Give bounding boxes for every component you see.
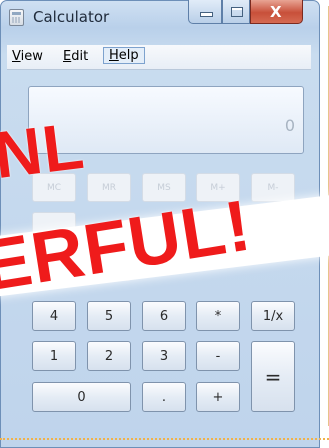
memory-subtract-button[interactable]: M- [251, 173, 295, 202]
menu-help-mnemonic: H [109, 48, 119, 63]
key-0[interactable]: 0 [32, 382, 131, 412]
menu-edit[interactable]: Edit [63, 49, 88, 64]
menu-view-rest: iew [20, 49, 43, 64]
key-1[interactable]: 1 [32, 341, 76, 371]
menu-edit-mnemonic: E [63, 49, 72, 64]
selection-border [0, 438, 329, 440]
menu-edit-rest: dit [71, 49, 89, 64]
menu-help[interactable]: Help [103, 47, 145, 64]
maximize-icon [231, 7, 243, 17]
reciprocal-button[interactable]: 1/x [251, 301, 295, 331]
menu-view-mnemonic: V [12, 49, 21, 64]
minimize-button[interactable] [188, 0, 222, 24]
minimize-icon [200, 12, 213, 17]
key-2[interactable]: 2 [87, 341, 131, 371]
maximize-button[interactable] [222, 0, 250, 24]
decimal-button[interactable]: . [142, 382, 186, 412]
overlay-text-line-1: NL [0, 107, 89, 193]
menu-view[interactable]: View [12, 49, 43, 64]
equals-button[interactable]: = [251, 341, 295, 412]
menu-bar: View Edit Help [7, 45, 311, 70]
multiply-button[interactable]: * [196, 301, 240, 331]
key-6[interactable]: 6 [142, 301, 186, 331]
subtract-button[interactable]: - [196, 341, 240, 371]
key-4[interactable]: 4 [32, 301, 76, 331]
key-5[interactable]: 5 [87, 301, 131, 331]
key-3[interactable]: 3 [142, 341, 186, 371]
calculator-app-icon [9, 9, 24, 26]
close-icon: X [270, 3, 282, 21]
memory-recall-button[interactable]: MR [87, 173, 131, 202]
display-value: 0 [284, 116, 295, 135]
add-button[interactable]: + [196, 382, 240, 412]
window-title: Calculator [33, 8, 110, 26]
menu-help-rest: elp [118, 48, 139, 63]
close-button[interactable]: X [250, 0, 303, 24]
